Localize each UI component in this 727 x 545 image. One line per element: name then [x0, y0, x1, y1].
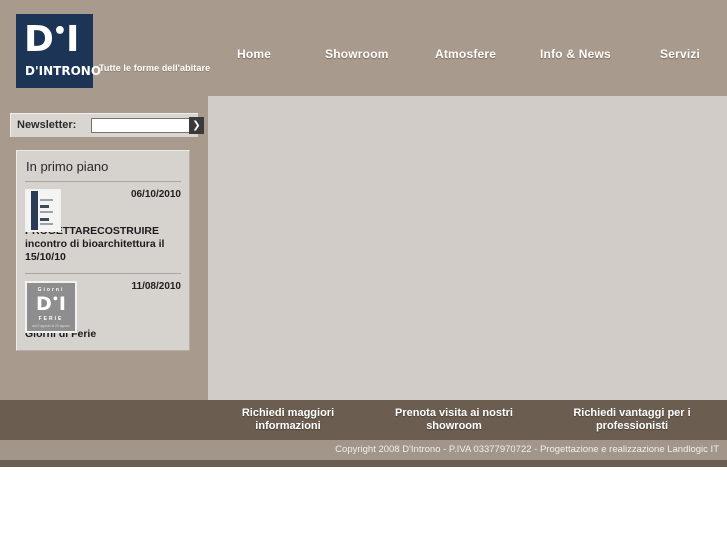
nav-item-atmosfere[interactable]: Atmosfere [435, 47, 496, 61]
logo-dot-icon: • [52, 19, 67, 44]
footer-bottom-strip [0, 460, 727, 467]
featured-news-box: In primo piano 06/10/2010 PROGETTARECOST… [16, 150, 190, 351]
featured-news-title: In primo piano [26, 159, 109, 174]
nav-item-info-news[interactable]: Info & News [540, 47, 611, 61]
logo-letter-i: I [65, 19, 79, 60]
main-content-area [208, 96, 727, 400]
newsletter-email-input[interactable] [91, 118, 198, 133]
nav-item-servizi[interactable]: Servizi [660, 47, 700, 61]
news-thumbnail-image[interactable] [25, 189, 61, 232]
newsletter-signup: Newsletter: ❯ [10, 113, 204, 137]
thumb-bottom-text: FERIE [38, 316, 64, 322]
footer-link-prenota-visita[interactable]: Prenota visita ai nostri showroom [378, 407, 530, 433]
footer-link-richiedi-informazioni[interactable]: Richiedi maggiori informazioni [218, 407, 358, 433]
logo-panel: D•I D'INTRONO Tutte le forme dell'abitar… [0, 0, 211, 96]
newsletter-label: Newsletter: [17, 119, 77, 131]
site-logo[interactable]: D•I D'INTRONO [16, 14, 101, 88]
thumb-footer-text: dal 9 agosto al 23 agosto [32, 324, 70, 328]
news-list-item: 11/08/2010 Giorni D•I FERIE dal 9 agosto… [25, 273, 181, 350]
main-navigation: Home Showroom Atmosfere Info & News Serv… [208, 0, 727, 96]
logo-wordmark: D•I [24, 19, 79, 60]
thumb-mid-wordmark: D•I [27, 294, 75, 314]
thumb-dot-icon: • [51, 292, 59, 306]
news-thumbnail-image[interactable]: Giorni D•I FERIE dal 9 agosto al 23 agos… [25, 281, 77, 333]
nav-item-showroom[interactable]: Showroom [325, 47, 389, 61]
newspaper-clipping-icon [27, 191, 59, 230]
logo-subtext: D'INTRONO [25, 64, 102, 78]
site-tagline: Tutte le forme dell'abitare [99, 63, 211, 73]
footer-link-vantaggi-professionisti[interactable]: Richiedi vantaggi per i professionisti [552, 407, 712, 433]
footer-cta-bar: Richiedi maggiori informazioni Prenota v… [0, 400, 727, 440]
nav-item-home[interactable]: Home [237, 47, 271, 61]
page-root: D•I D'INTRONO Tutte le forme dell'abitar… [0, 0, 727, 545]
giorni-di-ferie-logo-icon: Giorni D•I FERIE dal 9 agosto al 23 agos… [27, 283, 75, 331]
thumb-letter-i: I [58, 293, 66, 315]
thumb-letter-d: D [36, 293, 52, 315]
news-list-item: 06/10/2010 PROGETTARECOSTRUIRE incontro … [25, 181, 181, 273]
copyright-text: Copyright 2008 D'Introno - P.IVA 0337797… [335, 444, 719, 455]
newsletter-submit-button[interactable]: ❯ [189, 117, 204, 134]
footer-copyright-bar: Copyright 2008 D'Introno - P.IVA 0337797… [0, 440, 727, 460]
site-header: D•I D'INTRONO Tutte le forme dell'abitar… [0, 0, 727, 96]
logo-letter-d: D [24, 19, 54, 60]
